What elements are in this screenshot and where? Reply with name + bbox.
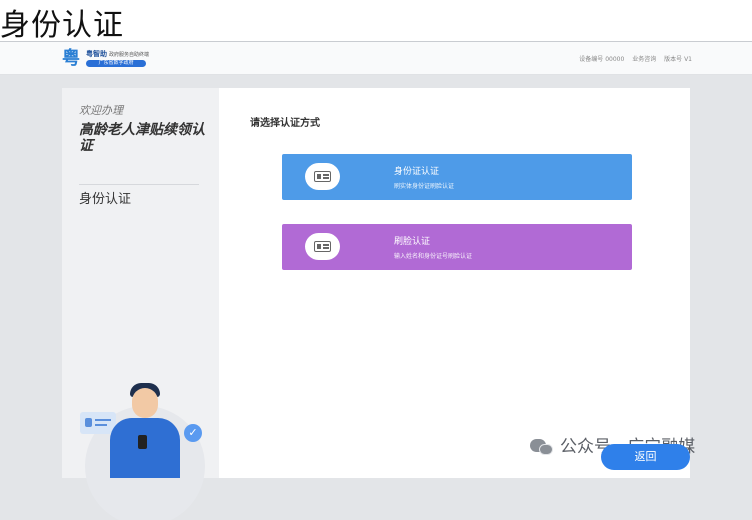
logo-icon: 粤 [62,48,80,69]
top-nav: 设备编号 00000 业务咨询 版本号 V1 [573,54,692,63]
face-auth-button[interactable]: 刷脸认证 输入姓名和身份证号刷脸认证 [282,224,632,270]
welcome-text: 欢迎办理 [79,104,123,117]
logo-subtitle: 政府服务自助终端 [109,52,150,58]
return-button[interactable]: 返回 [601,444,690,470]
option-label: 刷脸认证 [394,237,431,247]
phone-icon [138,435,147,449]
main-area: 请选择认证方式 身份证认证 刷实体身份证刷脸认证 刷脸认证 输入姓名和身份证号刷… [219,88,690,478]
sidebar-item-identity: 身份认证 [79,192,132,207]
logo-text: 粤智助 [86,50,107,58]
top-bar: 粤 粤智助 政府服务自助终端 广东省数字政府 设备编号 00000 业务咨询 版本… [0,42,752,75]
version-label: 版本号 V1 [664,56,692,63]
id-card-icon [305,163,340,190]
service-title: 高龄老人津贴续领认证 [79,122,205,154]
wechat-icon [530,438,554,456]
check-icon: ✓ [184,424,202,442]
consult-link[interactable]: 业务咨询 [632,56,656,63]
content-panel: 欢迎办理 高龄老人津贴续领认证 身份认证 ✓ 请选择认证方式 身份证认证 刷实体… [62,88,690,520]
logo-tagline: 广东省数字政府 [86,60,146,67]
logo: 粤 粤智助 政府服务自助终端 广东省数字政府 [62,48,182,70]
id-card-auth-button[interactable]: 身份证认证 刷实体身份证刷脸认证 [282,154,632,200]
option-desc: 刷实体身份证刷脸认证 [394,183,455,190]
option-label: 身份证认证 [394,167,440,177]
user-illustration: ✓ [80,378,210,520]
id-card-bubble-icon [80,412,116,434]
id-card-icon [305,233,340,260]
page-title: 身份认证 [0,8,124,43]
device-number: 设备编号 00000 [579,56,625,63]
sidebar: 欢迎办理 高龄老人津贴续领认证 身份认证 ✓ [62,88,219,520]
sidebar-divider [79,184,199,185]
option-desc: 输入姓名和身份证号刷脸认证 [394,253,473,260]
section-title: 请选择认证方式 [250,118,320,129]
